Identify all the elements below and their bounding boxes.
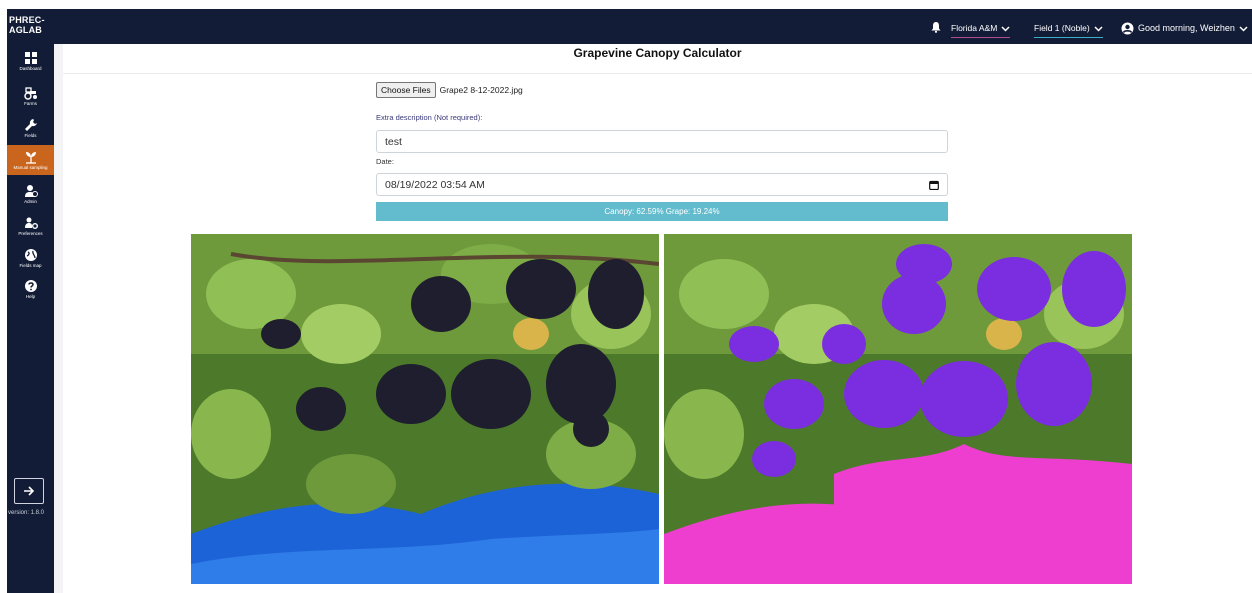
page-title: Grapevine Canopy Calculator <box>573 46 742 60</box>
sidebar: PHREC- AGLAB Dashboard Farms Fields Manu… <box>7 9 54 593</box>
brand-logo[interactable]: PHREC- AGLAB <box>9 15 45 35</box>
help-icon <box>24 279 38 293</box>
app-version: version: 1.8.0 <box>8 510 45 516</box>
field-select[interactable]: Field 1 (Noble) <box>1034 20 1103 38</box>
brand-line-1: PHREC- <box>9 15 45 25</box>
chevron-down-icon <box>1001 24 1010 33</box>
window-frame-left <box>0 0 7 593</box>
extra-description-label: Extra description (Not required): <box>376 113 483 122</box>
tractor-icon <box>23 86 38 100</box>
sidebar-item-manual-sampling[interactable]: Manual sampling <box>7 145 54 175</box>
sidebar-item-label: Farms <box>24 100 37 106</box>
sidebar-item-label: Admin <box>24 198 37 204</box>
sidebar-collapse-button[interactable] <box>14 478 44 504</box>
sidebar-item-admin[interactable]: Admin <box>7 179 54 209</box>
sidebar-item-label: Preferences <box>18 230 43 236</box>
sidebar-item-fields[interactable]: Fields <box>7 113 54 143</box>
user-greeting: Good morning, Weizhen <box>1138 23 1235 33</box>
canopy-result-bar: Canopy: 62.59% Grape: 19.24% <box>376 202 948 221</box>
file-upload: Choose Files Grape2 8-12-2022.jpg <box>376 82 523 98</box>
admin-user-icon <box>24 184 38 198</box>
chevron-down-icon <box>1094 24 1103 33</box>
bell-icon[interactable] <box>930 21 942 33</box>
sidebar-item-label: Help <box>25 293 36 299</box>
extra-description-input[interactable] <box>376 130 948 153</box>
farm-select[interactable]: Florida A&M <box>951 20 1011 38</box>
plant-icon <box>24 150 38 164</box>
original-grape-image <box>191 234 659 584</box>
sidebar-item-label: Manual sampling <box>13 164 48 170</box>
top-bar: Florida A&M Field 1 (Noble) Good morning… <box>54 9 1252 44</box>
calendar-icon[interactable] <box>929 180 939 190</box>
sidebar-item-preferences[interactable]: Preferences <box>7 211 54 241</box>
user-menu[interactable]: Good morning, Weizhen <box>1121 20 1248 37</box>
sidebar-item-label: Fields map <box>19 262 42 268</box>
globe-icon <box>24 248 38 262</box>
wrench-icon <box>24 118 38 132</box>
date-label: Date: <box>376 157 394 166</box>
users-cog-icon <box>24 216 38 230</box>
main-content: Grapevine Canopy Calculator Choose Files… <box>63 44 1252 593</box>
sidebar-item-label: Fields <box>24 132 37 138</box>
selected-file-name: Grape2 8-12-2022.jpg <box>439 85 523 95</box>
page-header: Grapevine Canopy Calculator <box>63 44 1252 74</box>
segmented-grape-image <box>664 234 1132 584</box>
window-frame-top <box>0 0 1252 9</box>
chevron-down-icon <box>1239 24 1248 33</box>
dashboard-icon <box>24 51 38 65</box>
user-circle-icon <box>1121 22 1134 35</box>
sidebar-item-dashboard[interactable]: Dashboard <box>7 46 54 76</box>
date-value: 08/19/2022 03:54 AM <box>385 178 485 191</box>
farm-select-value: Florida A&M <box>951 23 998 33</box>
sidebar-item-label: Dashboard <box>19 65 42 71</box>
brand-line-2: AGLAB <box>9 25 42 35</box>
sidebar-item-help[interactable]: Help <box>7 274 54 304</box>
sidebar-item-fields-map[interactable]: Fields map <box>7 243 54 273</box>
sidebar-item-farms[interactable]: Farms <box>7 81 54 111</box>
date-input[interactable]: 08/19/2022 03:54 AM <box>376 173 948 196</box>
choose-files-button[interactable]: Choose Files <box>376 82 436 98</box>
arrow-right-icon <box>24 486 35 496</box>
field-select-value: Field 1 (Noble) <box>1034 23 1090 33</box>
